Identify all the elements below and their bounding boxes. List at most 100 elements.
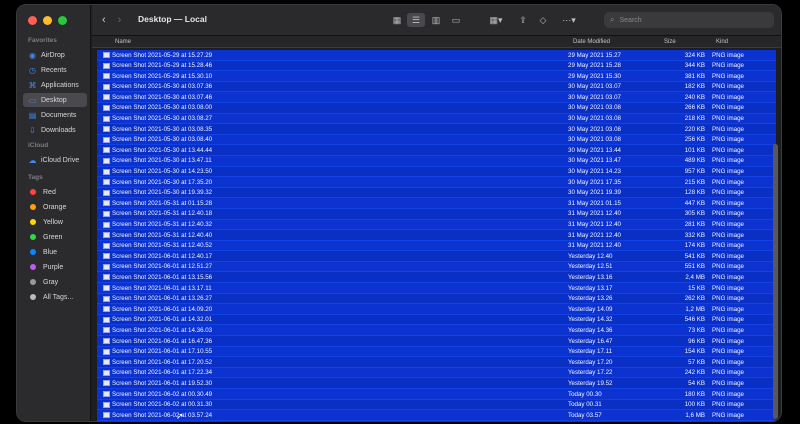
cloud-icon: ☁ [28, 155, 37, 165]
file-row[interactable]: Screen Shot 2021-06-01 at 14.09.20 Yester… [97, 304, 776, 315]
file-kind: PNG image [712, 252, 744, 260]
file-name: Screen Shot 2021-05-30 at 03.07.46 [112, 93, 213, 101]
minimize-window-button[interactable] [43, 16, 52, 25]
image-file-icon [103, 52, 110, 58]
file-kind: PNG image [712, 316, 744, 324]
more-actions-icon[interactable]: ⋯▾ [558, 13, 580, 27]
name-column-header[interactable]: Name [115, 39, 131, 45]
file-date-modified: 30 May 2021 19.39 [568, 189, 621, 197]
sidebar-item-airdrop[interactable]: ◉ AirDrop [23, 48, 87, 62]
file-row[interactable]: Screen Shot 2021-05-30 at 17.35.20 30 May… [97, 177, 776, 188]
file-row[interactable]: Screen Shot 2021-06-01 at 13.15.56 Yester… [97, 272, 776, 284]
forward-icon[interactable]: › [118, 14, 122, 26]
file-row[interactable]: Screen Shot 2021-05-31 at 12.40.32 31 May… [97, 219, 776, 231]
image-file-icon [103, 253, 110, 260]
date-column-header[interactable]: Date Modified [573, 39, 610, 45]
file-row[interactable]: Screen Shot 2021-05-30 at 03.08.40 30 May… [97, 134, 776, 146]
sidebar-tag-purple[interactable]: Purple [23, 260, 87, 274]
file-kind: PNG image [712, 369, 744, 377]
finder-window: Favorites ◉ AirDrop ◷ Recents ⌘ Applications ▭… [16, 4, 782, 422]
gallery-view-icon[interactable]: ▭ [448, 13, 464, 27]
file-row[interactable]: Screen Shot 2021-05-29 at 15.27.29 29 May… [97, 50, 776, 61]
share-icon[interactable]: ⇪ [516, 13, 530, 27]
file-name: Screen Shot 2021-06-02 at 00.30.49 [112, 390, 213, 398]
file-row[interactable]: Screen Shot 2021-05-30 at 03.08.00 30 May… [97, 102, 776, 114]
file-date-modified: 30 May 2021 03.08 [568, 125, 621, 133]
file-row[interactable]: Screen Shot 2021-06-01 at 17.20.52 Yester… [97, 357, 776, 368]
file-row[interactable]: Screen Shot 2021-06-01 at 17.10.55 Yester… [97, 346, 776, 358]
sidebar-item-label: AirDrop [41, 51, 65, 59]
file-kind: PNG image [712, 136, 744, 144]
file-row[interactable]: Screen Shot 2021-05-30 at 03.07.46 30 May… [97, 92, 776, 103]
file-row[interactable]: Screen Shot 2021-06-01 at 14.36.03 Yester… [97, 325, 776, 337]
sidebar-item-desktop[interactable]: ▭ Desktop [23, 93, 87, 107]
file-date-modified: Yesterday 16.47 [568, 337, 613, 345]
file-date-modified: 31 May 2021 12.40 [568, 242, 621, 250]
file-kind: PNG image [712, 284, 744, 292]
sidebar-item-downloads[interactable]: ⇩ Downloads [23, 123, 87, 137]
sidebar-tag-alltags[interactable]: All Tags... [23, 290, 87, 304]
file-row[interactable]: Screen Shot 2021-05-31 at 01.15.28 31 May… [97, 198, 776, 209]
sidebar-tag-label: Red [43, 188, 56, 196]
file-kind: PNG image [712, 411, 744, 419]
file-row[interactable]: Screen Shot 2021-05-31 at 12.40.40 31 May… [97, 230, 776, 241]
zoom-window-button[interactable] [58, 16, 67, 25]
window-controls [28, 16, 67, 25]
close-window-button[interactable] [28, 16, 37, 25]
file-row[interactable]: Screen Shot 2021-05-30 at 03.07.36 30 May… [97, 81, 776, 93]
file-size: 332 KB [684, 231, 705, 239]
file-row[interactable]: Screen Shot 2021-05-31 at 12.40.52 31 May… [97, 240, 776, 252]
list-view-icon[interactable]: ☰ [407, 13, 425, 27]
file-row[interactable]: Screen Shot 2021-06-02 at 03.57.24 Today … [97, 410, 776, 421]
file-row[interactable]: Screen Shot 2021-06-01 at 12.40.17 Yester… [97, 251, 776, 262]
sidebar-tag-yellow[interactable]: Yellow [23, 215, 87, 229]
sidebar-tag-red[interactable]: Red [23, 185, 87, 199]
sidebar-tag-green[interactable]: Green [23, 230, 87, 244]
search-field[interactable]: ⌕ Search [604, 12, 774, 28]
tag-icon[interactable]: ◇ [536, 13, 550, 27]
file-row[interactable]: Screen Shot 2021-06-01 at 17.22.34 Yester… [97, 367, 776, 379]
image-file-icon [103, 221, 110, 228]
icon-view-icon[interactable]: ▦ [389, 13, 405, 27]
file-row[interactable]: Screen Shot 2021-05-29 at 15.28.46 29 May… [97, 60, 776, 72]
sidebar-item-recents[interactable]: ◷ Recents [23, 63, 87, 77]
back-icon[interactable]: ‹ [102, 14, 106, 26]
file-row[interactable]: Screen Shot 2021-05-30 at 19.39.32 30 May… [97, 187, 776, 199]
file-name: Screen Shot 2021-05-31 at 12.40.18 [112, 210, 213, 218]
group-by-icon[interactable]: ▦▾ [484, 13, 508, 27]
file-row[interactable]: Screen Shot 2021-05-30 at 03.08.27 30 May… [97, 113, 776, 125]
sidebar-tag-blue[interactable]: Blue [23, 245, 87, 259]
file-date-modified: Yesterday 17.11 [568, 348, 613, 356]
file-name: Screen Shot 2021-05-30 at 17.35.20 [112, 178, 213, 186]
file-row[interactable]: Screen Shot 2021-05-30 at 14.23.50 30 May… [97, 166, 776, 178]
tag-color-dot [30, 204, 36, 210]
file-date-modified: Yesterday 14.09 [568, 305, 613, 313]
file-row[interactable]: Screen Shot 2021-06-02 at 00.30.49 Today … [97, 389, 776, 400]
file-row[interactable]: Screen Shot 2021-05-31 at 12.40.18 31 May… [97, 208, 776, 220]
tag-color-dot [30, 294, 36, 300]
file-date-modified: 30 May 2021 13.44 [568, 146, 621, 154]
kind-column-header[interactable]: Kind [716, 39, 728, 45]
file-row[interactable]: Screen Shot 2021-06-01 at 12.51.27 Yester… [97, 261, 776, 273]
file-row[interactable]: Screen Shot 2021-06-01 at 13.17.11 Yester… [97, 283, 776, 294]
file-row[interactable]: Screen Shot 2021-06-01 at 19.52.30 Yester… [97, 378, 776, 389]
applications-icon: ⌘ [28, 80, 37, 90]
file-row[interactable]: Screen Shot 2021-06-01 at 16.47.36 Yester… [97, 336, 776, 347]
file-row[interactable]: Screen Shot 2021-06-01 at 14.32.01 Yester… [97, 314, 776, 326]
column-view-icon[interactable]: ▥ [428, 13, 444, 27]
file-row[interactable]: Screen Shot 2021-05-30 at 13.44.44 30 May… [97, 145, 776, 156]
size-column-header[interactable]: Size [664, 39, 676, 45]
sidebar-item-label: Documents [41, 111, 77, 119]
sidebar-tag-gray[interactable]: Gray [23, 275, 87, 289]
file-row[interactable]: Screen Shot 2021-05-30 at 13.47.11 30 May… [97, 155, 776, 167]
sidebar-item-applications[interactable]: ⌘ Applications [23, 78, 87, 92]
sidebar-item-documents[interactable]: ▤ Documents [23, 108, 87, 122]
file-row[interactable]: Screen Shot 2021-05-30 at 03.08.35 30 May… [97, 124, 776, 135]
sidebar-tag-orange[interactable]: Orange [23, 200, 87, 214]
sidebar-item-icloud-drive[interactable]: ☁ iCloud Drive [23, 153, 87, 167]
file-date-modified: 30 May 2021 03.08 [568, 115, 621, 123]
vertical-scrollbar[interactable] [773, 144, 778, 419]
file-row[interactable]: Screen Shot 2021-06-01 at 13.26.27 Yester… [97, 293, 776, 305]
file-row[interactable]: Screen Shot 2021-05-29 at 15.30.10 29 May… [97, 71, 776, 82]
file-row[interactable]: Screen Shot 2021-06-02 at 00.31.30 Today … [97, 399, 776, 411]
